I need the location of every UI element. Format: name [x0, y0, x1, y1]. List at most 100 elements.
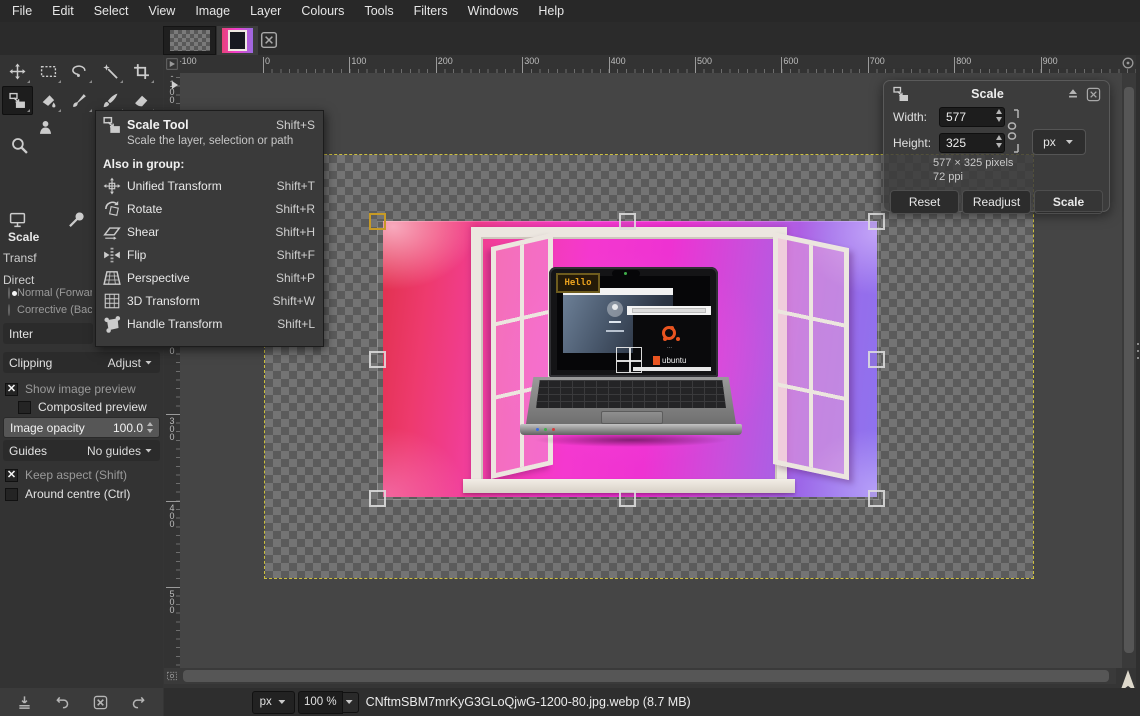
scale-button[interactable]: Scale — [1034, 190, 1103, 214]
close-tab-icon[interactable] — [260, 31, 278, 49]
interpolation-dropdown[interactable]: Inter — [3, 323, 93, 344]
ruler-label: 700 — [870, 56, 885, 66]
guides-dropdown[interactable]: Guides No guides — [3, 440, 160, 461]
tool-options-title: Scale — [8, 230, 39, 244]
transform-handle-middle-right[interactable] — [868, 351, 885, 368]
device-status-dock-tab-button[interactable] — [60, 205, 91, 234]
unit-dropdown[interactable]: px — [1032, 129, 1086, 155]
ruler-tick — [695, 57, 696, 73]
ruler-tick — [166, 501, 180, 502]
transform-handle-top-left[interactable] — [369, 213, 386, 230]
free-select-tool-button[interactable] — [64, 57, 95, 86]
detach-dialog-icon[interactable] — [1066, 87, 1080, 101]
transform-handle-bottom-right[interactable] — [868, 490, 885, 507]
quick-mask-toggle[interactable] — [164, 668, 180, 684]
height-spinner[interactable] — [996, 135, 1002, 148]
menu-tools[interactable]: Tools — [354, 0, 403, 22]
menu-filters[interactable]: Filters — [404, 0, 458, 22]
chain-link-icon[interactable] — [1004, 108, 1020, 154]
ruler-tick — [868, 57, 869, 73]
popup-item-flip[interactable]: FlipShift+F — [96, 243, 323, 266]
menu-layer[interactable]: Layer — [240, 0, 291, 22]
width-spinner[interactable] — [996, 109, 1002, 122]
transform-handle-bottom-middle[interactable] — [619, 490, 636, 507]
shear-icon — [103, 223, 121, 241]
horizontal-scrollbar-thumb[interactable] — [183, 670, 1109, 682]
scale-tool-button[interactable] — [2, 86, 33, 115]
reset-icon[interactable] — [131, 695, 146, 710]
ruler-origin-button[interactable] — [164, 55, 180, 73]
chevron-down-icon — [346, 699, 355, 705]
opacity-spinner[interactable] — [147, 422, 153, 433]
direction-normal-radio[interactable]: Normal (Forward) — [8, 286, 92, 300]
popup-item-perspective[interactable]: PerspectiveShift+P — [96, 266, 323, 289]
transform-handle-top-right[interactable] — [868, 213, 885, 230]
crop-tool-button[interactable] — [126, 57, 157, 86]
menu-help[interactable]: Help — [528, 0, 574, 22]
move-tool-button[interactable] — [2, 57, 33, 86]
checkbox-checked-icon: ✕ — [5, 469, 18, 482]
rotate-icon — [103, 200, 121, 218]
image-thumbnail — [222, 28, 253, 53]
status-zoom-value[interactable]: 100 % — [298, 691, 343, 714]
popup-item-3d-transform[interactable]: 3D TransformShift+W — [96, 289, 323, 312]
scale-dialog-buttons: ResetReadjustScale — [884, 184, 1109, 214]
fuzzy-select-tool-button[interactable] — [95, 57, 126, 86]
composited-preview-checkbox[interactable]: Composited preview — [18, 400, 147, 414]
bucket-fill-tool-button[interactable] — [33, 86, 64, 115]
rectangle-select-tool-button[interactable] — [33, 57, 64, 86]
popup-item-handle-transform[interactable]: Handle TransformShift+L — [96, 312, 323, 335]
menu-colours[interactable]: Colours — [291, 0, 354, 22]
horizontal-scrollbar[interactable] — [180, 668, 1116, 684]
popup-title-shortcut: Shift+S — [276, 118, 315, 132]
menu-windows[interactable]: Windows — [458, 0, 529, 22]
chevron-down-icon — [278, 699, 287, 705]
direction-corrective-radio[interactable]: Corrective (Backward) — [8, 303, 92, 317]
image-tab-empty[interactable] — [163, 26, 216, 55]
readjust-button[interactable]: Readjust — [962, 190, 1031, 214]
ruler-tick — [609, 57, 610, 73]
image-opacity-slider[interactable]: Image opacity 100.0 — [3, 417, 160, 438]
status-zoom-dropdown[interactable] — [343, 692, 359, 713]
handle-icon — [103, 315, 121, 333]
delete-icon[interactable] — [93, 695, 108, 710]
menu-edit[interactable]: Edit — [42, 0, 84, 22]
transform-handle-bottom-left[interactable] — [369, 490, 386, 507]
scale-tool-icon — [103, 116, 121, 134]
width-input[interactable]: 577 — [939, 107, 1005, 127]
image-tab-bar — [0, 22, 1140, 55]
menu-select[interactable]: Select — [84, 0, 139, 22]
save-icon[interactable] — [17, 695, 32, 710]
ruler-label: 300 — [167, 416, 177, 440]
ruler-tick — [522, 57, 523, 73]
popup-item-rotate[interactable]: RotateShift+R — [96, 197, 323, 220]
clipping-dropdown[interactable]: Clipping Adjust — [3, 352, 160, 373]
ink-tool-button[interactable] — [64, 86, 95, 115]
popup-item-shear[interactable]: ShearShift+H — [96, 220, 323, 243]
zoom-follow-window-button[interactable] — [1121, 56, 1135, 71]
undo-icon[interactable] — [55, 695, 70, 710]
height-input[interactable]: 325 — [939, 133, 1005, 153]
vertical-scrollbar-thumb[interactable] — [1124, 87, 1134, 653]
menu-image[interactable]: Image — [185, 0, 240, 22]
around-centre-checkbox[interactable]: Around centre (Ctrl) — [5, 487, 130, 501]
popup-item-unified-transform[interactable]: Unified TransformShift+T — [96, 174, 323, 197]
show-image-preview-checkbox[interactable]: ✕ Show image preview — [5, 382, 136, 396]
transform-pivot-handle[interactable] — [616, 347, 642, 373]
transform-handle-middle-left[interactable] — [369, 351, 386, 368]
transform-handle-top-middle[interactable] — [619, 213, 636, 230]
status-unit-dropdown[interactable]: px — [252, 691, 295, 714]
reset-button[interactable]: Reset — [890, 190, 959, 214]
close-dialog-icon[interactable] — [1086, 87, 1101, 102]
horizontal-ruler[interactable]: -1000100200300400500600700800900 — [180, 55, 1136, 74]
menu-file[interactable]: File — [2, 0, 42, 22]
scale-dialog: Scale Width: 577 Height: 325 px 577 — [883, 80, 1110, 212]
keep-aspect-checkbox[interactable]: ✕ Keep aspect (Shift) — [5, 468, 127, 482]
menu-view[interactable]: View — [138, 0, 185, 22]
zoom-tool-button[interactable] — [4, 131, 35, 160]
ruler-tick — [781, 57, 782, 73]
threed-icon — [103, 292, 121, 310]
chevron-down-icon — [1066, 139, 1075, 145]
vertical-scrollbar[interactable] — [1122, 73, 1136, 668]
image-tab-current[interactable] — [217, 26, 258, 55]
